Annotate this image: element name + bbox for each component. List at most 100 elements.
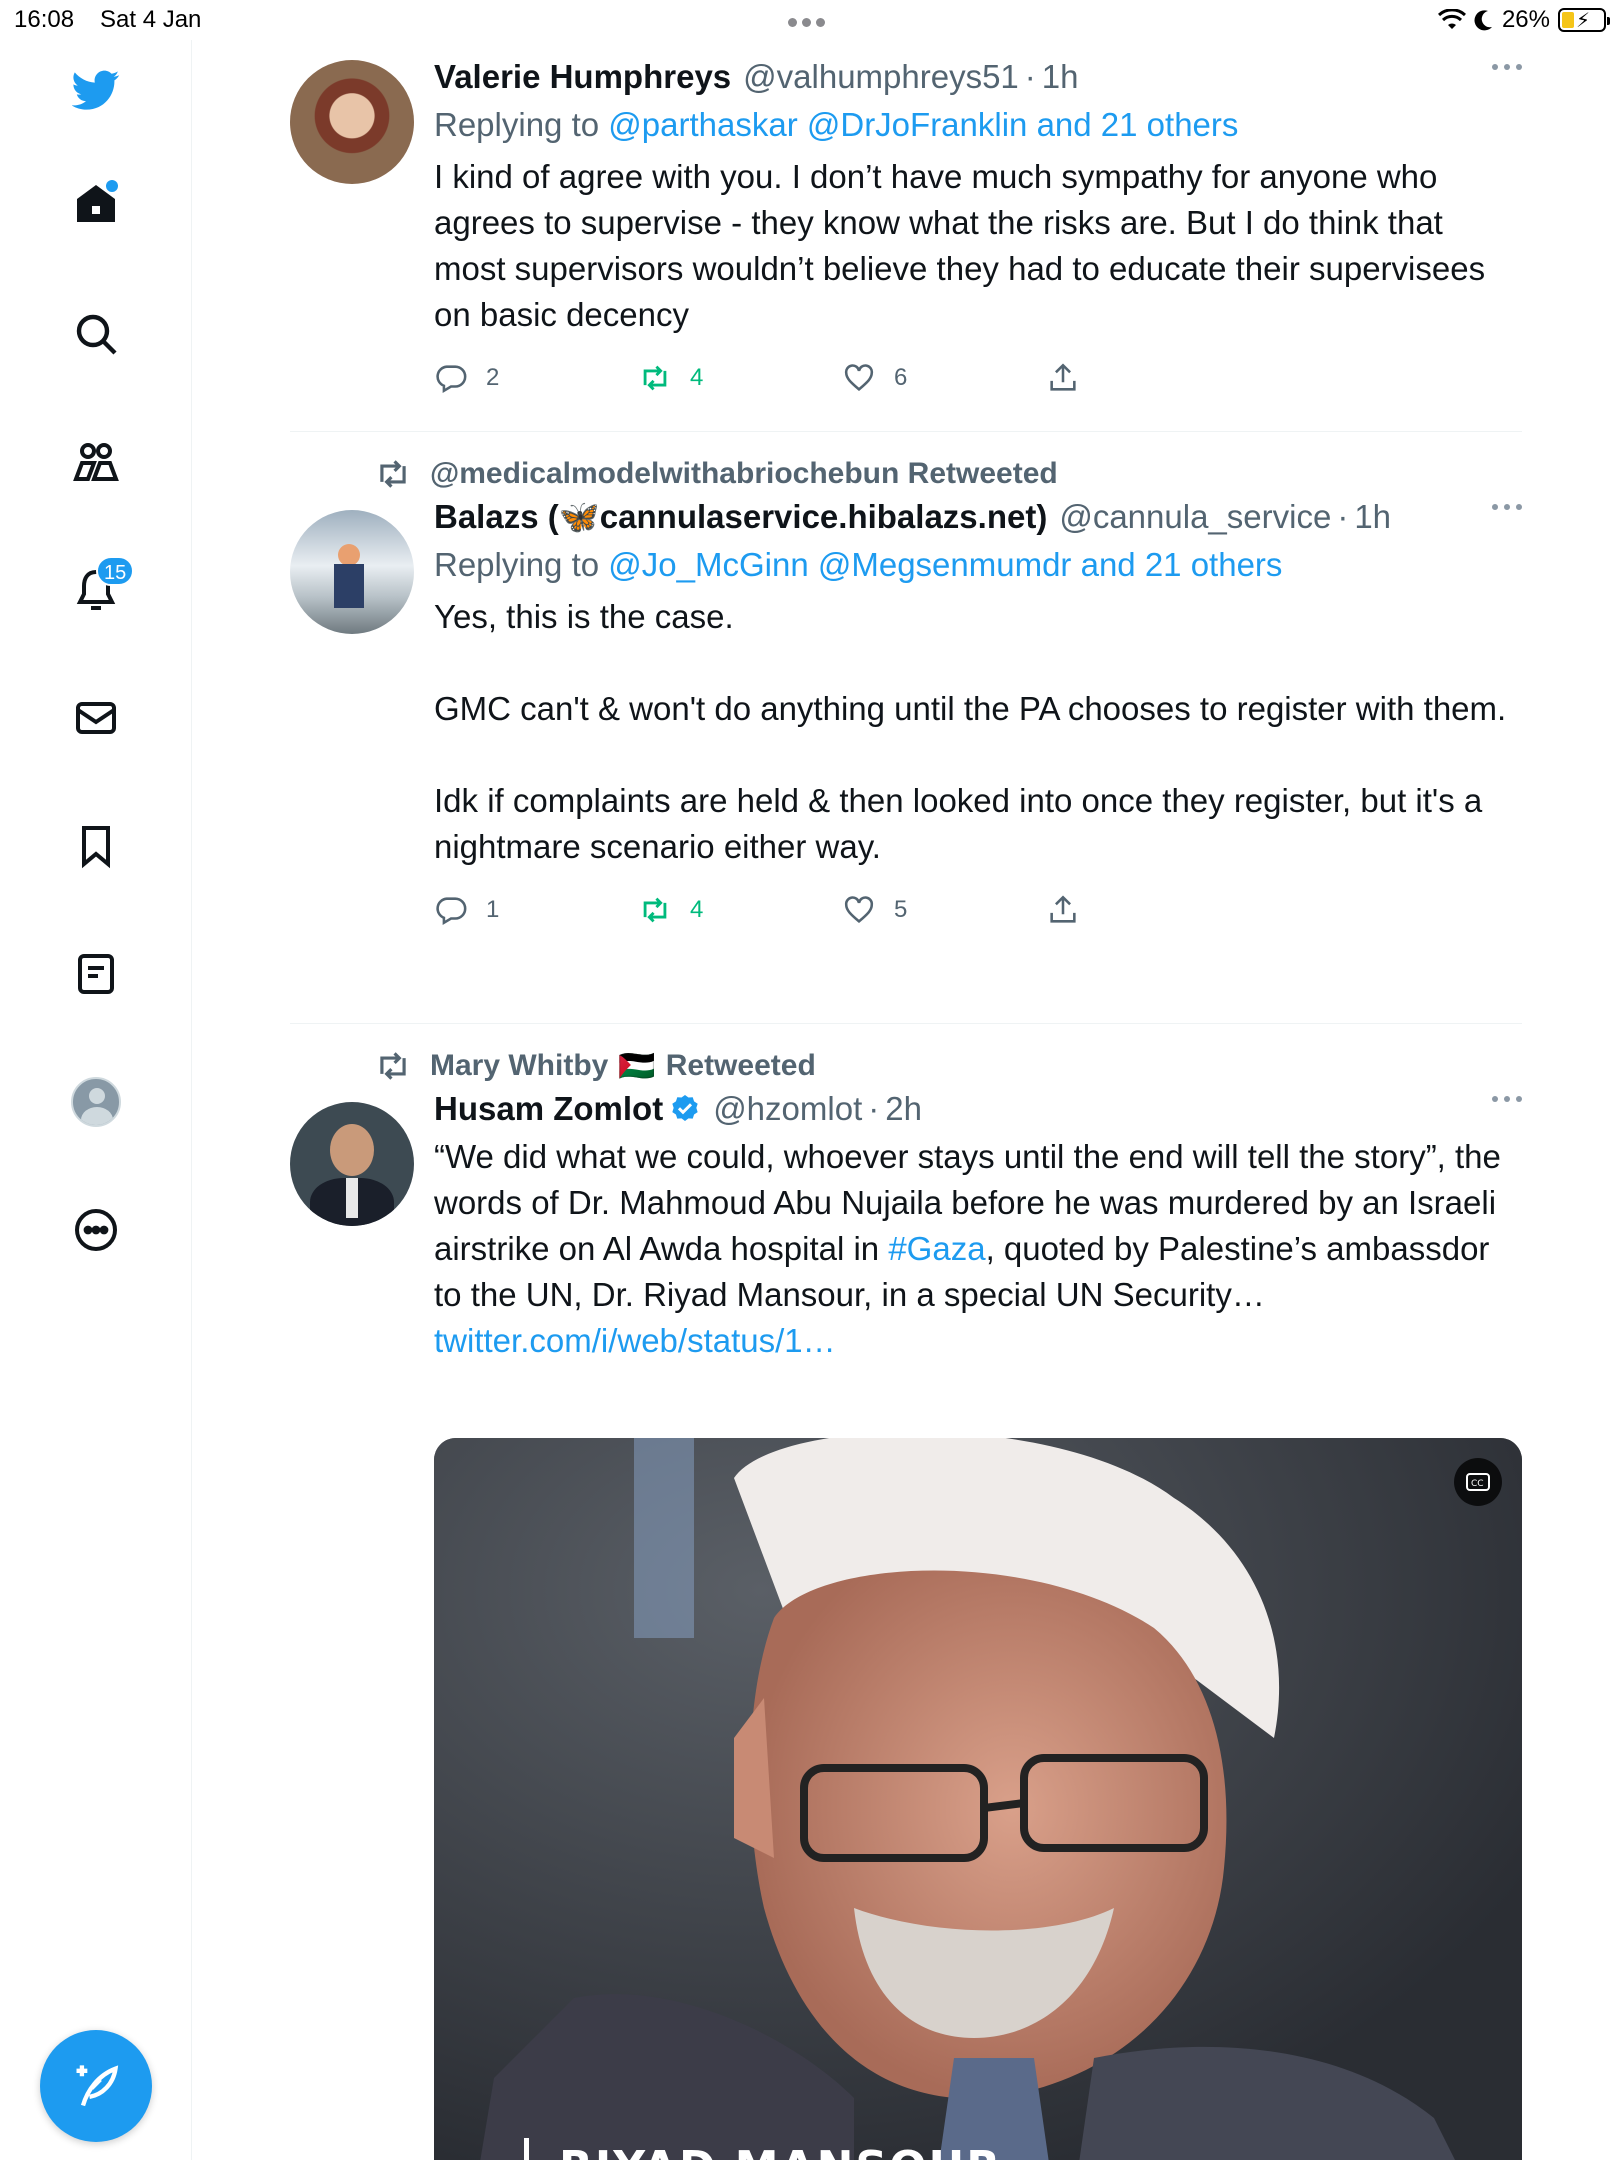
retweet-icon [643,897,667,923]
share-button[interactable] [1046,880,1098,940]
verified-badge-icon [672,1095,698,1121]
tweet-time[interactable]: 1h [1042,58,1079,96]
retweet-icon [643,365,667,391]
home-icon[interactable] [56,164,136,244]
retweet-icon [380,1052,406,1080]
avatar[interactable] [290,510,414,634]
tweet-text: Yes, this is the case. GMC can't & won't… [434,594,1522,870]
status-right: 26% ⚡ [1437,4,1610,36]
bookmarks-icon[interactable] [56,806,136,886]
tweet-text-paragraph: Idk if complaints are held & then looked… [434,782,1483,865]
like-count: 5 [894,896,908,923]
retweeted-by-name[interactable]: Mary Whitby [430,1049,608,1083]
replying-to: Replying to @Jo_McGinn @Megsenmumdr and … [434,540,1522,590]
reply-count: 1 [486,896,500,923]
messages-icon[interactable] [56,678,136,758]
search-icon[interactable] [56,294,136,374]
more-options-icon[interactable] [56,1190,136,1270]
retweeted-by-flag: 🇵🇸 [618,1049,656,1083]
compose-tweet-button[interactable] [40,2030,152,2142]
heart-icon [844,364,874,391]
wifi-icon [1437,9,1466,29]
tweet-video[interactable]: CC RIYAD MANSOUR [434,1438,1522,2160]
author-name[interactable]: Husam Zomlot [434,1090,663,1128]
notifications-badge: 15 [96,556,135,586]
replying-to-links[interactable]: @Jo_McGinn @Megsenmumdr and 21 others [608,546,1282,583]
tweet-header: Valerie Humphreys @valhumphreys51 · 1h [434,58,1079,96]
communities-icon[interactable] [56,423,136,503]
profile-avatar-icon[interactable] [56,1062,136,1142]
tweet-actions: 2 4 6 [434,348,1522,408]
retweeted-label: Retweeted [665,1049,816,1082]
tweet[interactable]: Mary Whitby 🇵🇸 Retweeted Husam Zomlot @h… [290,1046,1522,2160]
tweet-header: Balazs (🦋cannulaservice.hibalazs.net) @c… [434,497,1392,537]
status-date: Sat 4 Jan [100,6,202,33]
share-button[interactable] [1046,348,1098,408]
replying-prefix: Replying to [434,106,600,143]
tweet-text-paragraph: Yes, this is the case. [434,598,734,635]
battery-percent: 26% [1501,6,1550,33]
tweet-text: “We did what we could, whoever stays unt… [434,1134,1522,1364]
reply-icon [436,365,467,394]
like-count: 6 [894,364,908,391]
tweet-more-icon[interactable] [1492,504,1522,514]
replying-to-links[interactable]: @parthaskar @DrJoFranklin and 21 others [608,106,1238,143]
author-name[interactable]: Valerie Humphreys [434,58,731,96]
avatar[interactable] [290,60,414,184]
heart-icon [844,896,874,923]
twitter-logo-icon[interactable] [56,50,136,130]
tweet-more-icon[interactable] [1492,1096,1522,1106]
share-icon [1050,895,1076,923]
svg-text:CC: CC [1471,1479,1484,1489]
tweet-divider [290,431,1522,432]
tweet-more-icon[interactable] [1492,64,1522,74]
retweet-count: 4 [690,896,704,923]
retweeted-by-label[interactable]: @medicalmodelwithabriochebun Retweeted [430,457,1058,491]
tweet-url-link[interactable]: twitter.com/i/web/status/1… [434,1322,836,1359]
video-frame-image [434,1438,1522,2160]
multitasking-dots-icon[interactable] [788,14,832,27]
tweet-divider [290,1023,1522,1024]
tweet[interactable]: Valerie Humphreys @valhumphreys51 · 1h R… [290,54,1522,434]
like-button[interactable]: 6 [842,348,907,408]
tweet-text-paragraph: GMC can't & won't do anything until the … [434,690,1507,727]
author-name[interactable]: Balazs (🦋cannulaservice.hibalazs.net) [434,498,1047,537]
author-handle[interactable]: @cannula_service [1059,498,1331,536]
hashtag-link[interactable]: #Gaza [888,1230,985,1267]
replying-to: Replying to @parthaskar @DrJoFranklin an… [434,100,1522,150]
moon-icon [1474,10,1492,31]
feather-plus-icon [76,2065,119,2107]
status-time: 16:08 [14,6,75,33]
reply-button[interactable]: 1 [434,880,499,940]
tweet-text: I kind of agree with you. I don’t have m… [434,158,1486,333]
notifications-icon[interactable]: 15 [56,550,136,630]
retweet-button[interactable]: 4 [638,880,703,940]
reply-button[interactable]: 2 [434,348,499,408]
cc-icon: CC [1466,1473,1490,1491]
sidebar: 15 [0,40,192,2160]
retweeted-by: Mary Whitby 🇵🇸 Retweeted [374,1046,816,1086]
author-handle[interactable]: @hzomlot [713,1090,862,1128]
like-button[interactable]: 5 [842,880,907,940]
avatar[interactable] [290,1102,414,1226]
retweet-icon [380,460,406,488]
retweet-button[interactable]: 4 [638,348,703,408]
tweet[interactable]: @medicalmodelwithabriochebun Retweeted B… [290,454,1522,1054]
author-handle[interactable]: @valhumphreys51 [743,58,1019,96]
video-caption: RIYAD MANSOUR [524,2138,1002,2160]
closed-captions-button[interactable]: CC [1454,1458,1502,1506]
home-unread-dot [106,180,118,192]
tweet-header: Husam Zomlot @hzomlot · 2h [434,1090,922,1128]
reply-count: 2 [486,364,500,391]
retweet-count: 4 [690,364,704,391]
replying-prefix: Replying to [434,546,600,583]
battery-icon: ⚡ [1558,8,1610,32]
tweet-actions: 1 4 5 [434,880,1522,940]
lists-icon[interactable] [56,934,136,1014]
tweet-time[interactable]: 2h [885,1090,922,1128]
share-icon [1050,363,1076,391]
status-bar: 16:08 Sat 4 Jan 26% ⚡ [0,0,1620,40]
tweet-time[interactable]: 1h [1354,498,1391,536]
retweeted-by: @medicalmodelwithabriochebun Retweeted [374,454,1058,494]
reply-icon [436,897,467,926]
